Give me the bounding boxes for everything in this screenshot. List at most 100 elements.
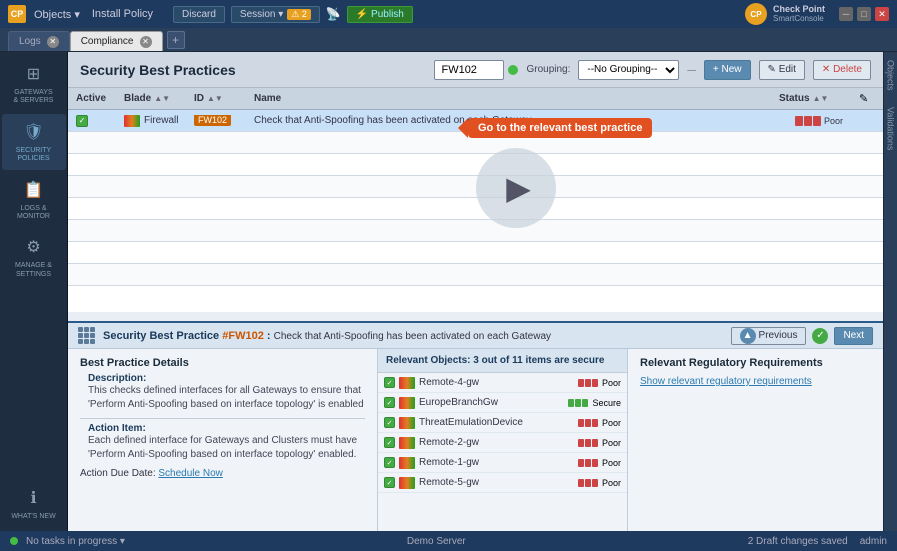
bp-action: Action Item: Each defined interface for … (80, 423, 365, 462)
ro-status (568, 399, 588, 407)
brand: CP Check Point SmartConsole (745, 3, 825, 25)
publish-button[interactable]: ⚡ Publish (347, 6, 413, 23)
title-bar-menu: Objects ▾ Install Policy (34, 8, 153, 21)
sidebar-item-manage[interactable]: ⚙ MANAGE & SETTINGS (2, 229, 66, 285)
session-button[interactable]: Session ▾ ⚠ 2 (231, 6, 320, 23)
maximize-button[interactable]: □ (857, 7, 871, 21)
sidebar-label-whats-new: WHAT'S NEW (11, 513, 55, 521)
status-user: admin (860, 536, 887, 547)
bottom-panel: Security Best Practice #FW102 : Check th… (68, 321, 883, 531)
status-dot (10, 537, 18, 545)
sidebar-label-manage: MANAGE & SETTINGS (15, 262, 52, 279)
tab-add-button[interactable]: + (167, 31, 185, 49)
th-id: ID ▲▼ (194, 93, 254, 104)
ro-row[interactable]: ✓ Remote-2-gw Poor (378, 433, 627, 453)
fw-selector (434, 60, 518, 80)
status-center: Demo Server (133, 535, 740, 547)
panel-title-num: #FW102 (222, 330, 264, 342)
th-blade: Blade ▲▼ (124, 93, 194, 104)
fw-input[interactable] (434, 60, 504, 80)
ro-row[interactable]: ✓ Remote-4-gw Poor (378, 373, 627, 393)
active-checkbox[interactable]: ✓ (76, 115, 88, 127)
tab-bar: Logs ✕ Compliance ✕ + (0, 28, 897, 52)
bp-section-title: Best Practice Details (80, 357, 365, 369)
ro-row[interactable]: ✓ EuropeBranchGw Secure (378, 393, 627, 413)
ro-checkbox: ✓ (384, 457, 395, 468)
ro-blade-icon (399, 477, 415, 489)
panel-title-desc: Check that Anti-Spoofing has been activa… (274, 331, 551, 342)
menu-objects[interactable]: Objects ▾ (34, 8, 80, 21)
content-toolbar: Security Best Practices Grouping: --No G… (68, 52, 883, 88)
ro-status (578, 419, 598, 427)
panel-title: Security Best Practice #FW102 : Check th… (103, 330, 551, 342)
ro-status (578, 459, 598, 467)
close-button[interactable]: ✕ (875, 7, 889, 21)
th-edit: ✎ (859, 92, 875, 105)
title-bar-left: CP Objects ▾ Install Policy Discard Sess… (8, 5, 739, 23)
td-blade: Firewall (124, 115, 194, 127)
security-icon: 🛡 (22, 120, 46, 144)
app-logo: CP (8, 5, 26, 23)
ro-row[interactable]: ✓ Remote-1-gw Poor (378, 453, 627, 473)
gateways-icon: ⊞ (22, 62, 46, 86)
new-button[interactable]: + New (704, 60, 751, 80)
schedule-now-link[interactable]: Schedule Now (158, 468, 222, 479)
ro-row[interactable]: ✓ ThreatEmulationDevice Poor (378, 413, 627, 433)
sidebar-item-security[interactable]: 🛡 SECURITY POLICIES (2, 114, 66, 170)
fw-status-dot (508, 65, 518, 75)
ro-status (578, 439, 598, 447)
sidebar-item-logs[interactable]: 📋 LOGS & MONITOR (2, 172, 66, 228)
sidebar-label-logs: LOGS & MONITOR (17, 205, 50, 222)
tab-logs[interactable]: Logs ✕ (8, 31, 70, 51)
empty-table-area (68, 132, 883, 312)
ro-row[interactable]: ✓ Remote-5-gw Poor (378, 473, 627, 493)
ro-blade-icon (399, 457, 415, 469)
bottom-panel-content: Best Practice Details Description: This … (68, 349, 883, 531)
prev-circle-icon: ▲ (740, 328, 756, 344)
panel-grid-icon (78, 327, 95, 344)
window-controls: ─ □ ✕ (839, 7, 889, 21)
td-active: ✓ (76, 115, 124, 127)
arrow-annotation: Go to the relevant best practice (468, 118, 652, 138)
main-layout: ⊞ GATEWAYS & SERVERS 🛡 SECURITY POLICIES… (0, 52, 897, 531)
ro-checkbox: ✓ (384, 397, 395, 408)
right-sidebar-tab-validations[interactable]: Validations (884, 99, 897, 158)
relevant-objects: Relevant Objects: 3 out of 11 items are … (378, 349, 628, 531)
status-left[interactable]: No tasks in progress ▾ (26, 536, 125, 547)
edit-button[interactable]: ✎ Edit (759, 60, 805, 80)
ro-table: ✓ Remote-4-gw Poor ✓ EuropeB (378, 373, 627, 531)
page-title: Security Best Practices (80, 62, 236, 78)
sidebar-label-security: SECURITY POLICIES (16, 147, 51, 164)
previous-button[interactable]: ▲ Previous (731, 327, 807, 345)
show-regulatory-link[interactable]: Show relevant regulatory requirements (640, 376, 812, 387)
bp-due-date: Action Due Date: Schedule Now (80, 468, 365, 479)
tab-logs-close[interactable]: ✕ (47, 36, 59, 48)
tab-compliance[interactable]: Compliance ✕ (70, 31, 163, 51)
status-drafts: 2 Draft changes saved (748, 536, 848, 547)
tab-compliance-close[interactable]: ✕ (140, 36, 152, 48)
delete-button[interactable]: ✕ Delete (813, 60, 871, 80)
bottom-panel-header: Security Best Practice #FW102 : Check th… (68, 323, 883, 349)
rr-title: Relevant Regulatory Requirements (640, 357, 871, 369)
whats-new-icon: ℹ (22, 486, 46, 510)
td-id: FW102 (194, 115, 254, 126)
nav-check-icon: ✓ (812, 328, 828, 344)
table-header: Active Blade ▲▼ ID ▲▼ Name Status ▲▼ ✎ (68, 88, 883, 110)
play-button[interactable]: ▶ (476, 148, 556, 228)
next-button[interactable]: Next (834, 327, 873, 345)
sidebar-item-whats-new[interactable]: ℹ WHAT'S NEW (2, 480, 66, 527)
brand-logo: CP (745, 3, 767, 25)
grouping-select[interactable]: --No Grouping-- (578, 60, 679, 80)
right-sidebar-tab-objects[interactable]: Objects (884, 52, 897, 99)
ro-checkbox: ✓ (384, 377, 395, 388)
ro-blade-icon (399, 437, 415, 449)
ro-checkbox: ✓ (384, 437, 395, 448)
th-name: Name (254, 93, 779, 104)
sidebar-item-gateways[interactable]: ⊞ GATEWAYS & SERVERS (2, 56, 66, 112)
table-section: Active Blade ▲▼ ID ▲▼ Name Status ▲▼ ✎ (68, 88, 883, 321)
discard-button[interactable]: Discard (173, 6, 225, 23)
minimize-button[interactable]: ─ (839, 7, 853, 21)
menu-install-policy[interactable]: Install Policy (92, 8, 153, 21)
ro-checkbox: ✓ (384, 477, 395, 488)
content-area: Security Best Practices Grouping: --No G… (68, 52, 883, 531)
